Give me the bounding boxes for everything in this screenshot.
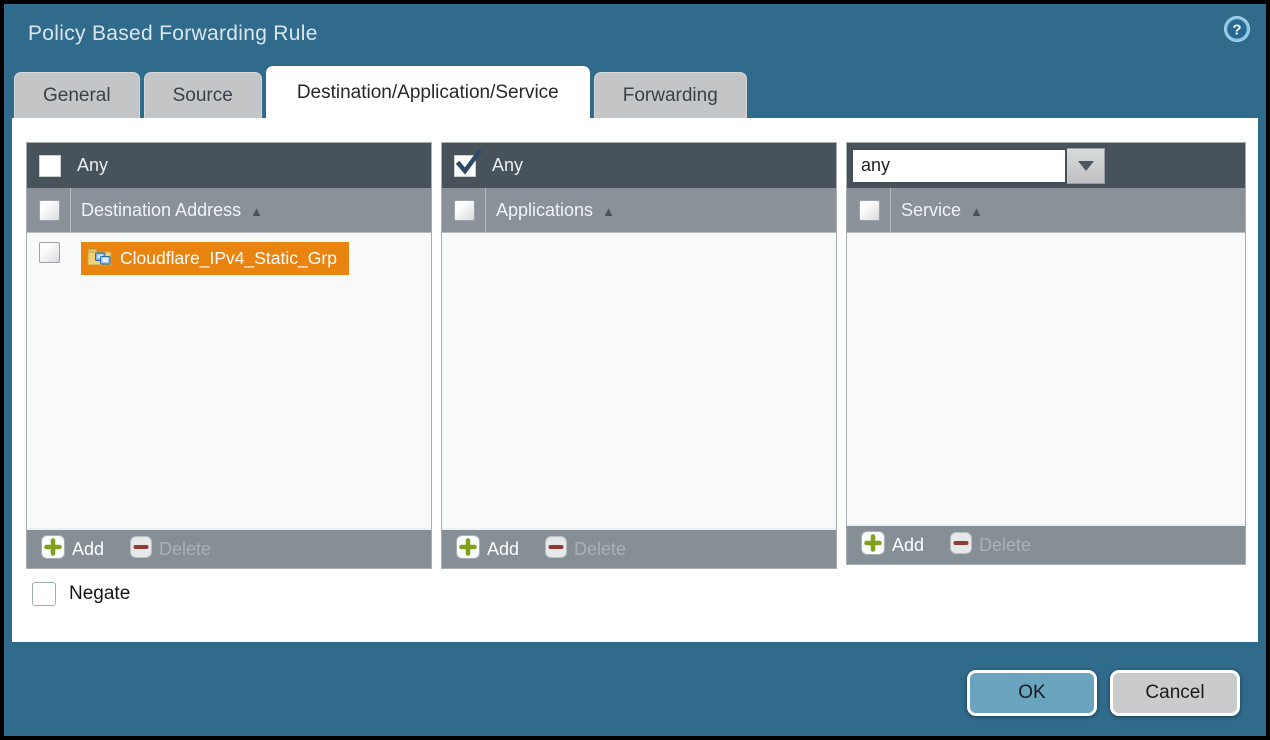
tab-source[interactable]: Source bbox=[144, 72, 262, 118]
dropdown-button[interactable] bbox=[1067, 148, 1105, 184]
applications-footer: Add Delete bbox=[442, 528, 836, 568]
table-row: Cloudflare_IPv4_Static_Grp bbox=[27, 233, 431, 275]
destination-any-checkbox[interactable] bbox=[39, 155, 61, 177]
applications-column: Any Applications ▲ Add bbox=[441, 142, 837, 569]
destination-footer: Add Delete bbox=[27, 528, 431, 568]
delete-button[interactable]: Delete bbox=[130, 536, 211, 563]
destination-address-label: Cloudflare_IPv4_Static_Grp bbox=[120, 248, 337, 269]
negate-checkbox[interactable] bbox=[32, 582, 56, 606]
tab-bar: General Source Destination/Application/S… bbox=[14, 66, 747, 118]
destination-address-column: Any Destination Address ▲ bbox=[26, 142, 432, 569]
destination-address-item[interactable]: Cloudflare_IPv4_Static_Grp bbox=[81, 242, 349, 275]
destination-any-label: Any bbox=[77, 155, 108, 176]
applications-any-bar: Any bbox=[442, 143, 836, 188]
add-icon bbox=[456, 535, 480, 564]
tab-content-panel: Any Destination Address ▲ bbox=[12, 118, 1258, 642]
title-bar: Policy Based Forwarding Rule ? bbox=[4, 4, 1266, 66]
sort-ascending-icon: ▲ bbox=[970, 204, 983, 219]
destination-any-bar: Any bbox=[27, 143, 431, 188]
add-button[interactable]: Add bbox=[456, 535, 519, 564]
delete-icon bbox=[130, 536, 152, 563]
service-column: any Service ▲ bbox=[846, 142, 1246, 565]
address-group-icon bbox=[87, 245, 112, 271]
row-checkbox[interactable] bbox=[39, 242, 60, 263]
cancel-button[interactable]: Cancel bbox=[1110, 670, 1240, 716]
help-icon[interactable]: ? bbox=[1222, 14, 1252, 44]
applications-header-label: Applications bbox=[496, 200, 593, 221]
applications-list bbox=[442, 233, 836, 528]
svg-text:?: ? bbox=[1232, 22, 1241, 39]
applications-select-all-checkbox[interactable] bbox=[454, 200, 475, 221]
service-column-header[interactable]: Service ▲ bbox=[847, 188, 1245, 233]
sort-ascending-icon: ▲ bbox=[602, 204, 615, 219]
tab-general[interactable]: General bbox=[14, 72, 140, 118]
service-list bbox=[847, 233, 1245, 524]
dialog-title: Policy Based Forwarding Rule bbox=[28, 22, 318, 46]
ok-button[interactable]: OK bbox=[967, 670, 1097, 716]
destination-list: Cloudflare_IPv4_Static_Grp bbox=[27, 233, 431, 528]
service-select-all-checkbox[interactable] bbox=[859, 200, 880, 221]
service-mode-value[interactable]: any bbox=[851, 148, 1067, 184]
service-header-label: Service bbox=[901, 200, 961, 221]
chevron-down-icon bbox=[1078, 161, 1094, 179]
header-separator bbox=[70, 188, 71, 232]
add-icon bbox=[41, 535, 65, 564]
service-mode-bar: any bbox=[847, 143, 1245, 188]
header-separator bbox=[485, 188, 486, 232]
delete-button[interactable]: Delete bbox=[950, 532, 1031, 559]
destination-column-header[interactable]: Destination Address ▲ bbox=[27, 188, 431, 233]
applications-any-checkbox[interactable] bbox=[454, 155, 476, 177]
delete-icon bbox=[950, 532, 972, 559]
tab-forwarding[interactable]: Forwarding bbox=[594, 72, 747, 118]
delete-button[interactable]: Delete bbox=[545, 536, 626, 563]
destination-select-all-checkbox[interactable] bbox=[39, 200, 60, 221]
delete-icon bbox=[545, 536, 567, 563]
service-mode-dropdown[interactable]: any bbox=[851, 148, 1105, 184]
negate-option: Negate bbox=[32, 582, 130, 606]
add-button[interactable]: Add bbox=[861, 531, 924, 560]
tab-destination-application-service[interactable]: Destination/Application/Service bbox=[266, 66, 590, 118]
add-button[interactable]: Add bbox=[41, 535, 104, 564]
header-separator bbox=[890, 188, 891, 232]
negate-label: Negate bbox=[69, 583, 130, 605]
destination-header-label: Destination Address bbox=[81, 200, 241, 221]
service-footer: Add Delete bbox=[847, 524, 1245, 564]
applications-any-label: Any bbox=[492, 155, 523, 176]
add-icon bbox=[861, 531, 885, 560]
applications-column-header[interactable]: Applications ▲ bbox=[442, 188, 836, 233]
policy-based-forwarding-dialog: Policy Based Forwarding Rule ? General S… bbox=[0, 0, 1270, 740]
sort-ascending-icon: ▲ bbox=[250, 204, 263, 219]
